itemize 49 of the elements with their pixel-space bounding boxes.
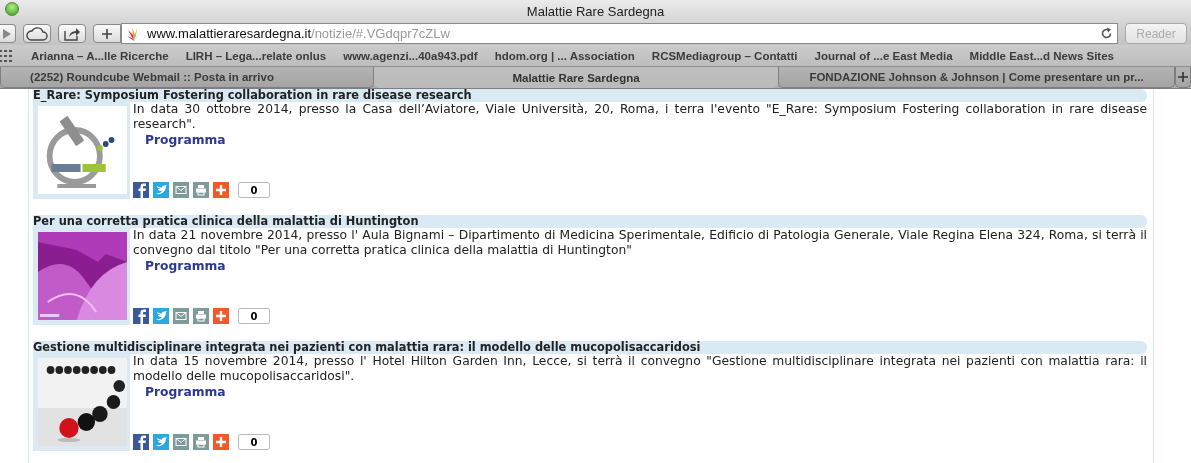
program-link[interactable]: Programma: [145, 133, 226, 147]
article-title: E_Rare: Symposium Fostering collaboration in rare disease research: [33, 89, 1147, 102]
share-count: 0: [238, 182, 270, 198]
cloud-button[interactable]: [23, 24, 51, 43]
print-icon[interactable]: [193, 182, 209, 198]
program-link[interactable]: Programma: [145, 259, 226, 273]
mail-icon[interactable]: [173, 434, 189, 450]
facebook-icon[interactable]: [133, 182, 149, 198]
article-text: In data 15 novembre 2014, presso l' Hotel Hilton Garden Inn, Lecce, si terrà il convegno "Gestione multidisciplinare integrata nei pazienti con malattia rara: il modello delle mucopolisaccaridosi".: [133, 354, 1147, 384]
facebook-icon[interactable]: [133, 308, 149, 324]
print-icon[interactable]: [193, 434, 209, 450]
plus-icon: [101, 27, 113, 40]
browser-tab[interactable]: FONDAZIONE Johnson & Johnson | Come presentare un pr...: [778, 67, 1175, 88]
mail-icon[interactable]: [173, 308, 189, 324]
bookmark-item[interactable]: www.agenzi...40a943.pdf: [343, 49, 478, 62]
window-title: Malattie Rare Sardegna: [526, 3, 665, 19]
new-tab-button[interactable]: [1175, 67, 1191, 88]
browser-tab[interactable]: (2252) Roundcube Webmail :: Posta in arrivo: [0, 67, 374, 88]
browser-tab[interactable]: Malattie Rare Sardegna: [374, 67, 778, 88]
mail-icon[interactable]: [173, 182, 189, 198]
share-count: 0: [238, 308, 270, 324]
article-text: In data 21 novembre 2014, presso l' Aula Bignami – Dipartimento di Medicina Sperimentale, Edificio di Patologia Generale, Viale Regina Elena 324, Roma, si terrà il convegno dal titolo "Per una corretta pratica clinica della malattia di Huntington": [133, 228, 1147, 258]
article-title: Gestione multidisciplinare integrata nei pazienti con malattia rara: il modello delle mucopolisaccaridosi: [33, 341, 1147, 354]
bookmark-item[interactable]: Middle East...d News Sites: [969, 49, 1114, 62]
facebook-icon[interactable]: [133, 434, 149, 450]
program-link[interactable]: Programma: [145, 385, 226, 399]
cloud-icon: [26, 26, 48, 41]
plus-icon[interactable]: [213, 182, 229, 198]
bookmark-item[interactable]: Arianna – A...lle Ricerche: [31, 49, 169, 62]
share-button[interactable]: [58, 24, 86, 43]
bookmark-item[interactable]: hdom.org | ... Association: [494, 49, 635, 62]
plus-icon[interactable]: [213, 434, 229, 450]
plus-icon: [1178, 72, 1188, 82]
forward-icon: [1, 27, 12, 40]
add-button[interactable]: [93, 24, 121, 43]
share-icon: [63, 26, 81, 41]
zoom-window-button[interactable]: [5, 2, 19, 16]
bookmark-item[interactable]: RCSMediagroup – Contatti: [651, 49, 798, 62]
address-field[interactable]: www.malattieraresardegna.it/notizie/#.VGdqpr7cZLw: [121, 23, 1118, 44]
top-sites-icon[interactable]: [0, 49, 13, 62]
reload-icon[interactable]: [1100, 27, 1113, 40]
share-count: 0: [238, 434, 270, 450]
bookmark-item[interactable]: Journal of ...e East Media: [814, 49, 953, 62]
bookmark-item[interactable]: LIRH – Lega...relate onlus: [185, 49, 327, 62]
print-icon[interactable]: [193, 308, 209, 324]
plus-icon[interactable]: [213, 308, 229, 324]
article-title: Per una corretta pratica clinica della malattia di Huntington: [33, 215, 1147, 228]
article-text: In data 30 ottobre 2014, presso la Casa dell’Aviatore, Viale Università, 20, Roma, i terra l'evento "E_Rare: Symposium Fostering collaboration in rare disease research".: [133, 102, 1147, 132]
forward-button[interactable]: [0, 24, 16, 43]
